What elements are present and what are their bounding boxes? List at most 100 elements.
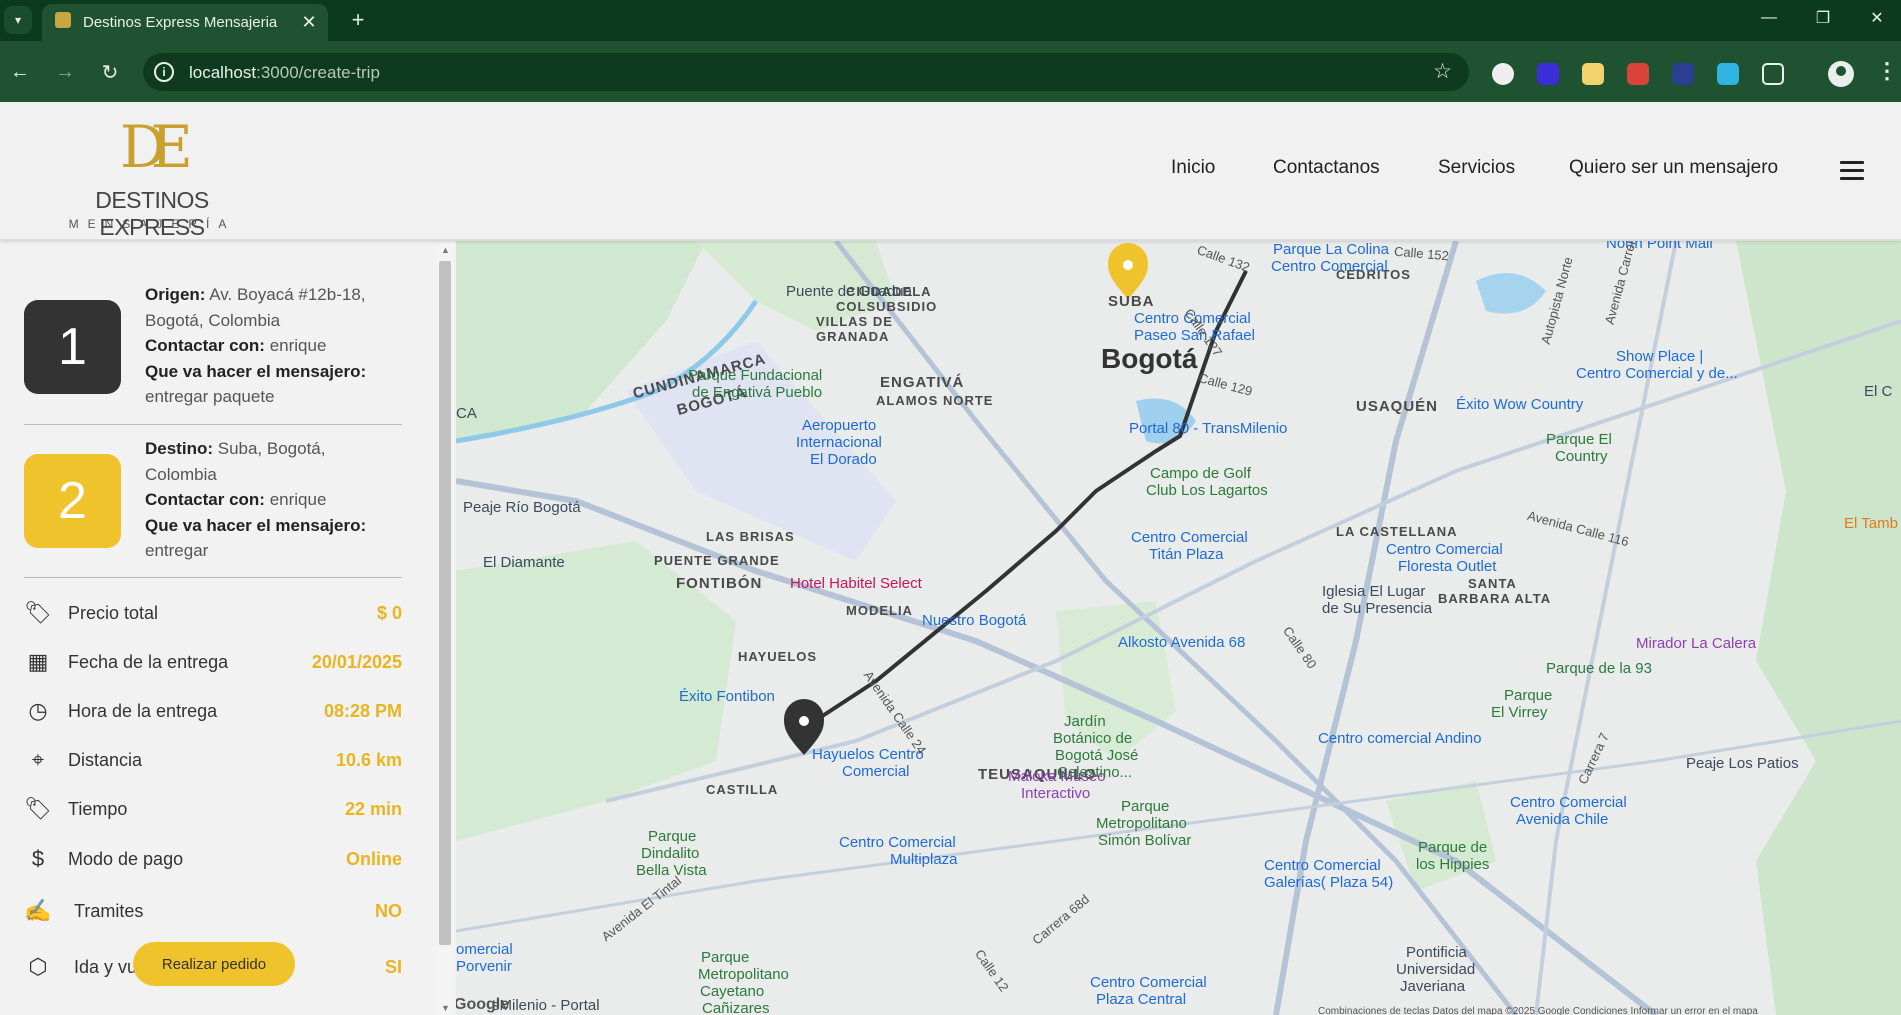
summary-row-price: 🏷 Precio total $ 0 [22,593,402,633]
panel-scrollbar[interactable]: ▲ ▼ [436,241,454,1015]
extension-icon[interactable] [1537,63,1559,85]
map-label: Bogotá José [1055,747,1139,764]
map-label: Parque [1121,798,1170,815]
nav-contactanos[interactable]: Contactanos [1273,157,1380,179]
hamburger-menu-icon[interactable] [1840,161,1864,181]
map-label: VILLAS DE [816,314,893,329]
scroll-down-icon[interactable]: ▼ [441,1003,450,1013]
map-label: Parque [701,949,750,966]
map-label: Floresta Outlet [1398,558,1497,575]
scroll-thumb[interactable] [439,261,451,945]
clock-icon: ◷ [28,698,48,723]
map-label: Porvenir [456,958,512,975]
map-label: Portal 80 - TransMilenio [1129,420,1288,437]
logo-monogram: DE [120,113,193,181]
minimize-icon[interactable]: — [1746,4,1792,32]
forward-icon[interactable]: → [49,56,81,88]
address-bar[interactable]: i localhost:3000/create-trip ☆ [143,53,1469,91]
summary-row-tramites: ✍ Tramites NO [22,891,402,931]
map-label: Parque El [1546,431,1612,448]
dollar-icon: $ [31,846,45,871]
nav-servicios[interactable]: Servicios [1438,157,1515,179]
summary-row-distance: ⌖ Distancia 10.6 km [22,740,402,780]
origin-details: Origen: Av. Boyacá #12b-18, Bogotá, Colo… [145,285,367,406]
url-text[interactable]: localhost:3000/create-trip [189,63,380,83]
logo[interactable]: DE DESTINOS EXPRESS MENSAJERÍA [44,111,260,240]
map-label: Centro Comercial [1090,974,1207,991]
map-label: Metropolitano [1096,815,1187,832]
extension-icon[interactable] [1582,63,1604,85]
tab-search-icon[interactable]: ▾ [4,6,32,34]
close-window-icon[interactable]: ✕ [1854,4,1900,32]
close-tab-icon[interactable]: ✕ [298,11,320,33]
map-label: Interactivo [1021,785,1091,802]
nav-inicio[interactable]: Inicio [1171,157,1215,179]
document-sign-icon: ✍ [24,898,52,923]
map-label: FONTIBÓN [676,575,763,592]
tab-bar: ▾ Destinos Express Mensajeria ✕ + — ❐ ✕ [0,0,1901,41]
summary-row-duration: 🏷 Tiempo 22 min [22,789,402,829]
extensions-puzzle-icon[interactable] [1762,63,1784,85]
browser-tab[interactable]: Destinos Express Mensajeria ✕ [42,4,328,41]
map-label: Alkosto Avenida 68 [1118,634,1246,651]
map-label: de Su Presencia [1322,600,1433,617]
map-label: Multiplaza [890,851,958,868]
map-label: Titán Plaza [1149,546,1224,563]
map-label: omercial [456,941,513,958]
back-icon[interactable]: ← [4,56,36,88]
browser-menu-icon[interactable]: ⋮ [1876,58,1898,84]
summary-row-date: ▦ Fecha de la entrega 20/01/2025 [22,642,402,682]
nav-quiero-ser-mensajero[interactable]: Quiero ser un mensajero [1569,157,1778,179]
map-label: Nuestro Bogotá [922,612,1027,629]
site-header: DE DESTINOS EXPRESS MENSAJERÍA Inicio Co… [0,102,1901,240]
map-label: Peaje Río Bogotá [463,499,581,516]
extension-icon[interactable] [1717,63,1739,85]
map-label: Parque [1504,687,1553,704]
map-label: Internacional [796,434,882,451]
map-label: GRANADA [816,329,890,344]
map-label: Bogotá [1101,343,1198,374]
map-label: Club Los Lagartos [1146,482,1268,499]
place-order-button[interactable]: Realizar pedido [133,942,295,986]
map-label: Plaza Central [1096,991,1187,1008]
map-label: Parque de la 93 [1546,660,1652,677]
logo-name: DESTINOS EXPRESS [95,187,209,240]
restore-icon[interactable]: ❐ [1800,4,1846,32]
scroll-up-icon[interactable]: ▲ [441,245,450,255]
new-tab-icon[interactable]: + [344,6,372,34]
tab-title: Destinos Express Mensajeria [83,14,278,31]
map-label: Campo de Golf [1150,465,1251,482]
site-info-icon[interactable]: i [154,62,174,82]
box-icon: ⬡ [28,954,48,979]
logo-subtitle: MENSAJERÍA [68,217,236,231]
map-label: Country [1555,448,1608,465]
map-label: Centro comercial Andino [1318,730,1482,747]
extension-icon[interactable] [1492,63,1514,85]
route-map[interactable]: Bogotá SUBA ENGATIVÁ FONTIBÓN USAQUÉN TE… [456,241,1901,1015]
map-label: El Dorado [810,451,877,468]
map-label: Centro Comercial [1386,541,1503,558]
map-label: Hotel Habitel Select [790,575,922,592]
summary-row-time: ◷ Hora de la entrega 08:28 PM [22,691,402,731]
profile-avatar-icon[interactable] [1828,61,1854,87]
map-label: PUENTE GRANDE [654,553,780,568]
reload-icon[interactable]: ↻ [94,56,126,88]
map-label: HAYUELOS [738,649,818,664]
extension-icon[interactable] [1672,63,1694,85]
favicon-icon [55,12,71,28]
map-footer[interactable]: Combinaciones de teclas Datos del mapa ©… [1318,1006,1758,1015]
map-label: Celestino... [1057,764,1133,781]
bookmark-star-icon[interactable]: ☆ [1433,59,1452,84]
map-label: los Hippies [1416,856,1490,873]
map-label: SANTA [1468,576,1517,591]
extension-icon[interactable] [1627,63,1649,85]
map-label: ENGATIVÁ [880,374,965,391]
map-label: Hayuelos Centro [812,746,924,763]
map-label: Cayetano [700,983,765,1000]
map-label: LA CASTELLANA [1336,524,1458,539]
browser-toolbar: ← → ↻ i localhost:3000/create-trip ☆ [0,41,1901,102]
map-label: El Diamante [483,554,565,571]
map-label: Centro Comercial [1510,794,1627,811]
map-label: Iglesia El Lugar [1322,583,1426,600]
map-label: El Tamb [1844,515,1898,532]
